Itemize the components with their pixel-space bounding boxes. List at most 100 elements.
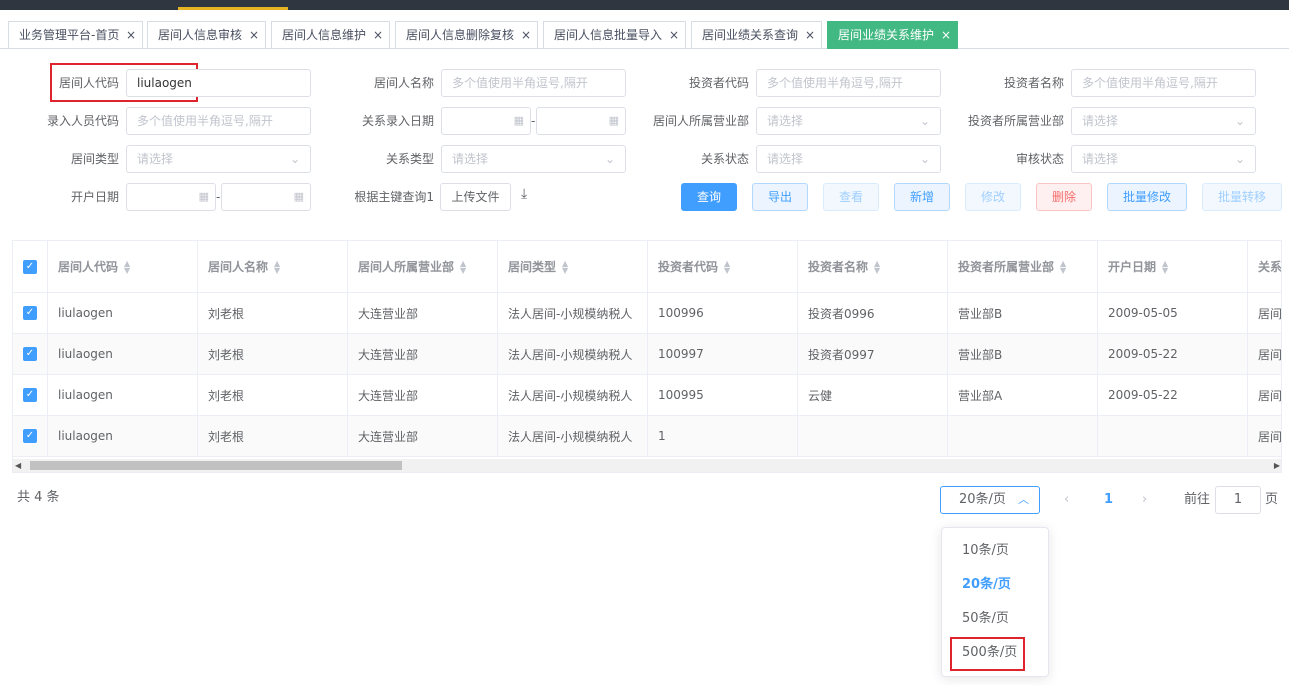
col-header[interactable]: 居间类型 ▲ ▼ xyxy=(498,241,648,292)
table-row[interactable]: ✓ liulaogen 刘老根 大连营业部 法人居间-小规模纳税人 1 居间 xyxy=(13,416,1281,457)
total-count: 共 4 条 xyxy=(17,490,60,505)
table-cell: 法人居间-小规模纳税人 xyxy=(498,375,648,415)
table-cell: 100997 xyxy=(648,334,798,374)
table-cell: 2009-05-05 xyxy=(1098,293,1248,333)
download-icon[interactable]: ⤓ xyxy=(521,186,527,202)
select-all-checkbox[interactable]: ✓ xyxy=(23,259,37,274)
table-cell: 营业部B xyxy=(948,334,1098,374)
broker-type-select[interactable]: 请选择 ⌄ xyxy=(126,145,311,173)
data-table: ✓ 居间人代码 ▲ ▼ 居间人名称 ▲ ▼ 居间人所属营业部 ▲ ▼ 居间类型 ▲ ▼ 投资者代… xyxy=(12,240,1282,473)
goto-page-input[interactable]: 1 xyxy=(1215,486,1261,514)
sort-icon[interactable]: ▲ ▼ xyxy=(1060,259,1066,274)
tab-performance-maintain[interactable]: 居间业绩关系维护 × xyxy=(827,21,958,49)
page-size-option[interactable]: 20条/页 xyxy=(942,568,1050,602)
row-checkbox[interactable]: ✓ xyxy=(23,306,37,320)
investor-name-input[interactable]: 多个值使用半角逗号,隔开 xyxy=(1071,69,1256,97)
close-icon[interactable]: × xyxy=(669,22,679,48)
scroll-right-icon[interactable]: ▶ xyxy=(1274,459,1280,472)
tab-broker-delete-review[interactable]: 居间人信息删除复核 × xyxy=(395,21,538,49)
close-icon[interactable]: × xyxy=(373,22,383,48)
scroll-left-icon[interactable]: ◀ xyxy=(15,459,21,472)
table-cell: liulaogen xyxy=(48,416,198,456)
sort-icon[interactable]: ▲ ▼ xyxy=(274,259,280,274)
page-size-select[interactable]: 20条/页 ︿ xyxy=(940,486,1040,514)
audit-status-label: 审核状态 xyxy=(1015,152,1064,166)
edit-button[interactable]: 修改 xyxy=(965,183,1021,211)
table-header: ✓ 居间人代码 ▲ ▼ 居间人名称 ▲ ▼ 居间人所属营业部 ▲ ▼ 居间类型 ▲ ▼ 投资者代… xyxy=(13,241,1281,293)
tab-performance-query[interactable]: 居间业绩关系查询 × xyxy=(691,21,822,49)
chevron-down-icon: ⌄ xyxy=(1234,152,1245,166)
col-header[interactable]: 投资者名称 ▲ ▼ xyxy=(798,241,948,292)
add-button[interactable]: 新增 xyxy=(894,183,950,211)
page-size-option[interactable]: 50条/页 xyxy=(942,602,1050,636)
sort-icon[interactable]: ▲ ▼ xyxy=(124,259,130,274)
tab-broker-maintain[interactable]: 居间人信息维护 × xyxy=(271,21,390,49)
sort-icon[interactable]: ▲ ▼ xyxy=(562,259,568,274)
row-checkbox[interactable]: ✓ xyxy=(23,347,37,361)
sort-icon[interactable]: ▲ ▼ xyxy=(874,259,880,274)
row-select-cell: ✓ xyxy=(13,416,48,456)
row-select-cell: ✓ xyxy=(13,334,48,374)
date-separator: - xyxy=(531,114,536,128)
entry-user-code-input[interactable]: 多个值使用半角逗号,隔开 xyxy=(126,107,311,135)
prev-page-icon[interactable]: ‹ xyxy=(1064,486,1069,514)
sort-icon[interactable]: ▲ ▼ xyxy=(724,259,730,274)
open-date-end[interactable]: ▦ xyxy=(221,183,311,211)
table-cell: 100995 xyxy=(648,375,798,415)
entry-user-code-label: 录入人员代码 xyxy=(46,114,119,128)
open-date-start[interactable]: ▦ xyxy=(126,183,216,211)
row-select-cell: ✓ xyxy=(13,375,48,415)
investor-code-input[interactable]: 多个值使用半角逗号,隔开 xyxy=(756,69,941,97)
row-checkbox[interactable]: ✓ xyxy=(23,388,37,402)
next-page-icon[interactable]: › xyxy=(1142,486,1147,514)
tab-broker-batch-import[interactable]: 居间人信息批量导入 × xyxy=(543,21,686,49)
batch-transfer-button[interactable]: 批量转移 xyxy=(1202,183,1282,211)
sort-icon[interactable]: ▲ ▼ xyxy=(460,259,466,274)
relation-date-start[interactable]: ▦ xyxy=(441,107,531,135)
upload-file-button[interactable]: 上传文件 xyxy=(440,183,511,211)
delete-button[interactable]: 删除 xyxy=(1036,183,1092,211)
col-header[interactable]: 投资者代码 ▲ ▼ xyxy=(648,241,798,292)
query-button[interactable]: 查询 xyxy=(681,183,737,211)
table-cell: 大连营业部 xyxy=(348,293,498,333)
table-row[interactable]: ✓ liulaogen 刘老根 大连营业部 法人居间-小规模纳税人 100997… xyxy=(13,334,1281,375)
table-cell: 投资者0997 xyxy=(798,334,948,374)
sort-icon[interactable]: ▲ ▼ xyxy=(1162,259,1168,274)
col-header[interactable]: 投资者所属营业部 ▲ ▼ xyxy=(948,241,1098,292)
table-row[interactable]: ✓ liulaogen 刘老根 大连营业部 法人居间-小规模纳税人 100995… xyxy=(13,375,1281,416)
col-header[interactable]: 居间人名称 ▲ ▼ xyxy=(198,241,348,292)
broker-name-input[interactable]: 多个值使用半角逗号,隔开 xyxy=(441,69,626,97)
close-icon[interactable]: × xyxy=(521,22,531,48)
broker-dept-select[interactable]: 请选择 ⌄ xyxy=(756,107,941,135)
close-icon[interactable]: × xyxy=(249,22,259,48)
close-icon[interactable]: × xyxy=(126,22,136,48)
table-cell: 居间 xyxy=(1248,293,1281,333)
chevron-down-icon: ⌄ xyxy=(604,152,615,166)
close-icon[interactable]: × xyxy=(805,22,815,48)
page-number[interactable]: 1 xyxy=(1104,486,1113,514)
close-icon[interactable]: × xyxy=(941,22,951,48)
scrollbar-thumb[interactable] xyxy=(30,461,402,470)
relation-type-select[interactable]: 请选择 ⌄ xyxy=(441,145,626,173)
broker-code-input[interactable]: liulaogen xyxy=(126,69,311,97)
tab-broker-audit[interactable]: 居间人信息审核 × xyxy=(147,21,266,49)
view-button[interactable]: 查看 xyxy=(823,183,879,211)
investor-dept-select[interactable]: 请选择 ⌄ xyxy=(1071,107,1256,135)
table-cell: liulaogen xyxy=(48,375,198,415)
horizontal-scrollbar[interactable]: ◀ ▶ xyxy=(13,459,1281,472)
relation-date-end[interactable]: ▦ xyxy=(536,107,626,135)
calendar-icon: ▦ xyxy=(198,190,209,203)
col-header[interactable]: 关系 xyxy=(1248,241,1281,292)
batch-edit-button[interactable]: 批量修改 xyxy=(1107,183,1187,211)
audit-status-select[interactable]: 请选择 ⌄ xyxy=(1071,145,1256,173)
relation-status-select[interactable]: 请选择 ⌄ xyxy=(756,145,941,173)
col-header[interactable]: 居间人代码 ▲ ▼ xyxy=(48,241,198,292)
col-header[interactable]: 居间人所属营业部 ▲ ▼ xyxy=(348,241,498,292)
page-size-option[interactable]: 10条/页 xyxy=(942,534,1050,568)
table-cell: 营业部A xyxy=(948,375,1098,415)
tab-home[interactable]: 业务管理平台-首页 × xyxy=(8,21,143,49)
export-button[interactable]: 导出 xyxy=(752,183,808,211)
row-checkbox[interactable]: ✓ xyxy=(23,429,37,443)
col-header[interactable]: 开户日期 ▲ ▼ xyxy=(1098,241,1248,292)
table-row[interactable]: ✓ liulaogen 刘老根 大连营业部 法人居间-小规模纳税人 100996… xyxy=(13,293,1281,334)
